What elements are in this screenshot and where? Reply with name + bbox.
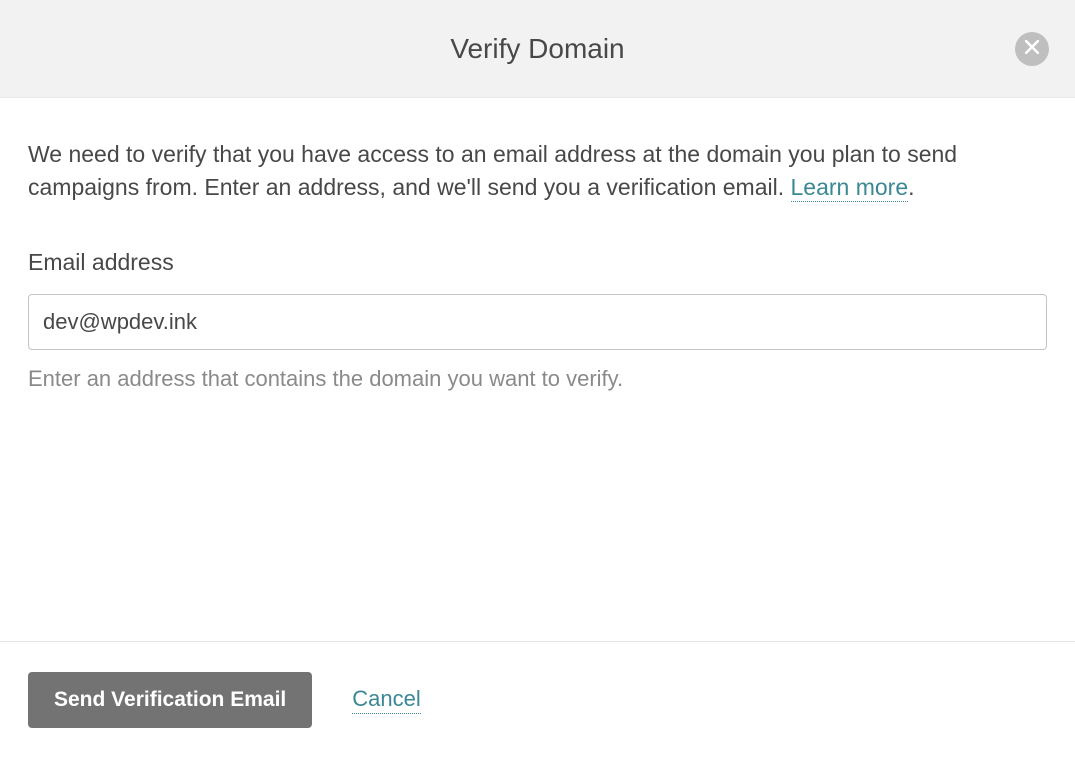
intro-text: We need to verify that you have access t… [28, 138, 1047, 205]
cancel-link[interactable]: Cancel [352, 686, 420, 714]
intro-period: . [908, 174, 914, 200]
learn-more-link[interactable]: Learn more [791, 174, 909, 202]
modal-footer: Send Verification Email Cancel [0, 641, 1075, 758]
modal-header: Verify Domain [0, 0, 1075, 98]
close-button[interactable] [1015, 32, 1049, 66]
close-icon [1025, 40, 1039, 57]
send-verification-button[interactable]: Send Verification Email [28, 672, 312, 728]
email-label: Email address [28, 249, 1047, 276]
modal-title: Verify Domain [450, 33, 624, 65]
help-text: Enter an address that contains the domai… [28, 366, 1047, 392]
email-input[interactable] [28, 294, 1047, 350]
modal-body: We need to verify that you have access t… [0, 98, 1075, 641]
